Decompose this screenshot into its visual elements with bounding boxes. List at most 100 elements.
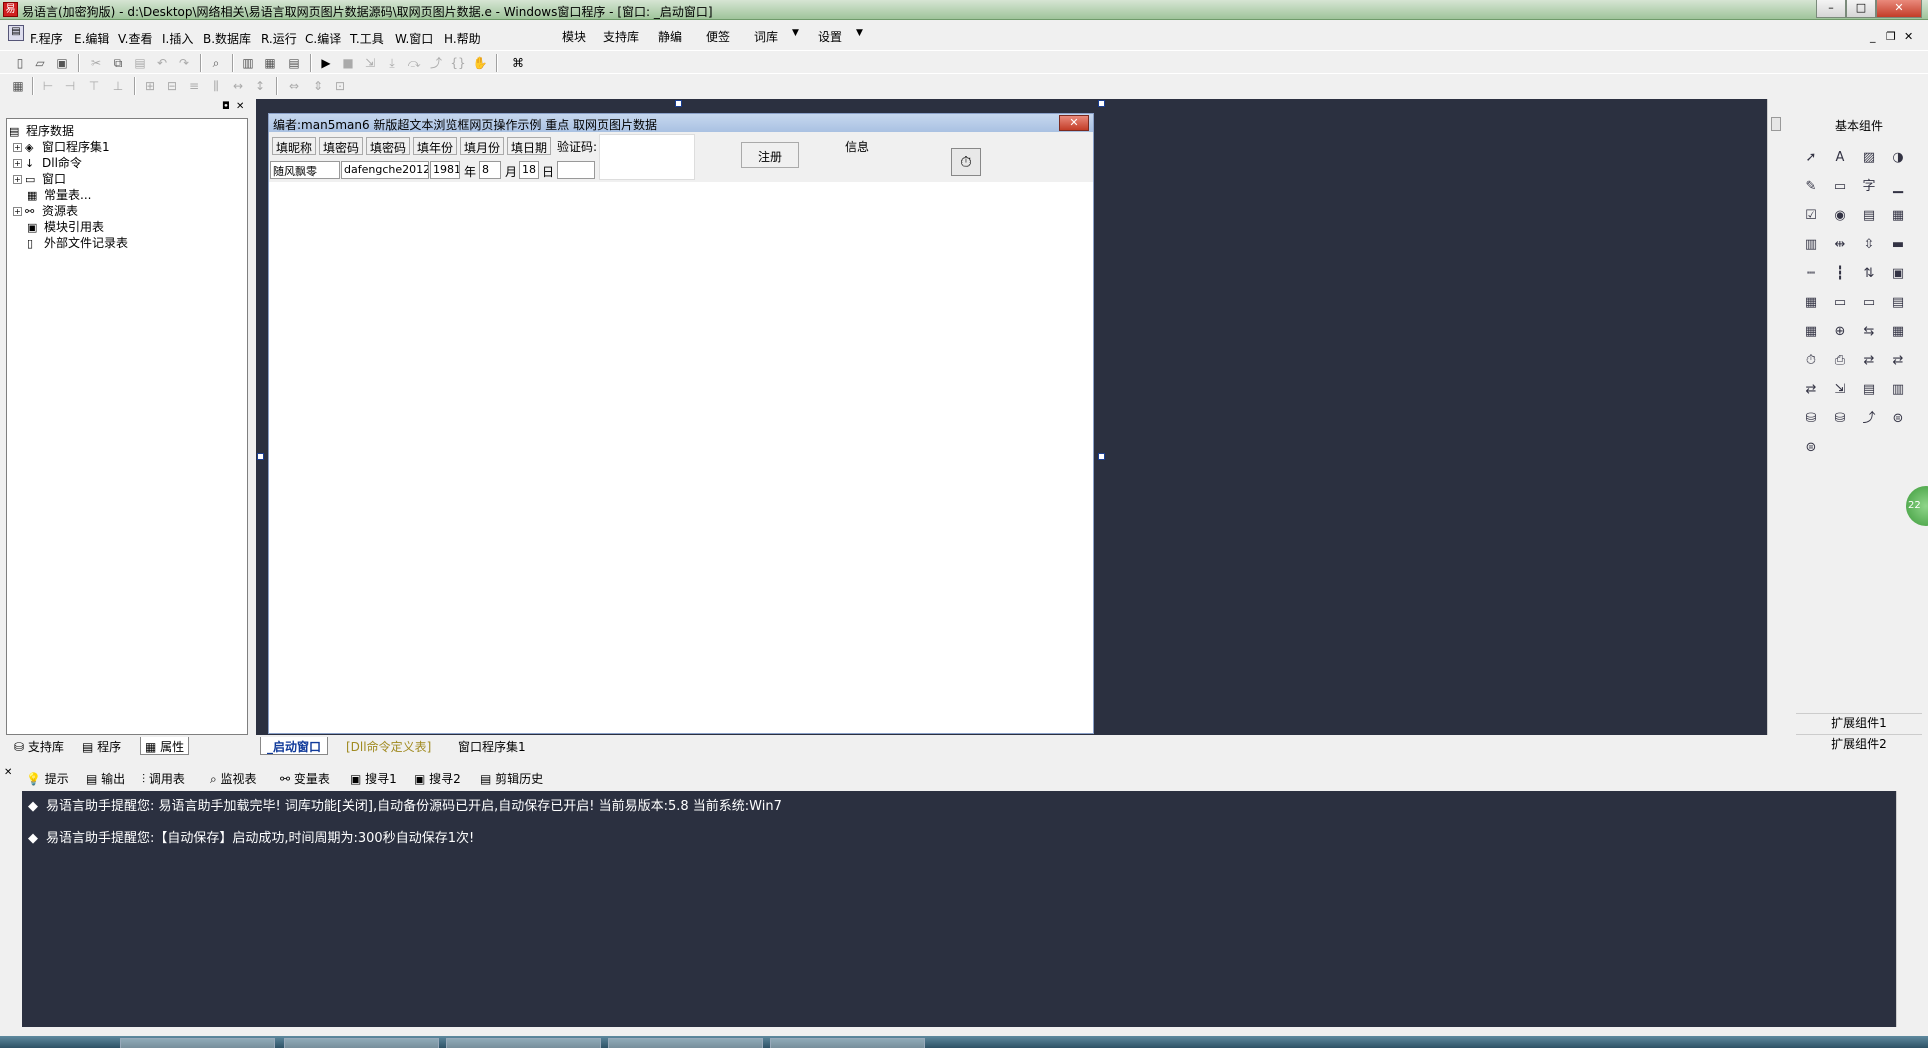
resize-handle[interactable] <box>1098 453 1105 460</box>
pointer-icon[interactable]: ➚ <box>1800 147 1822 169</box>
tree-item-external-files[interactable]: ▯ 外部文件记录表 <box>27 234 128 251</box>
network2-icon[interactable]: ⇄ <box>1887 350 1909 372</box>
mdi-close-icon[interactable]: ✕ <box>1904 30 1913 43</box>
designer-scrollbar[interactable] <box>1767 99 1784 735</box>
step-icon[interactable]: ⇲ <box>362 55 378 71</box>
timer-icon[interactable]: ⏱ <box>1800 350 1822 372</box>
tab-program[interactable]: ▤ 程序 <box>78 737 125 755</box>
align-right-icon[interactable]: ⊣ <box>62 78 78 94</box>
fill-nickname-button[interactable]: 填昵称 <box>272 137 317 155</box>
tree-root[interactable]: ▤ 程序数据 <box>9 122 74 139</box>
same-width-icon[interactable]: ↔ <box>230 78 246 94</box>
step-into-icon[interactable]: ⤓ <box>384 55 400 71</box>
label-icon[interactable]: A <box>1829 147 1851 169</box>
menu-static-compile[interactable]: 静编 <box>658 28 682 45</box>
resize-both-icon[interactable]: ⊡ <box>332 78 348 94</box>
open-folder-icon[interactable]: ▱ <box>32 55 48 71</box>
copy-icon[interactable]: ⧉ <box>110 55 126 71</box>
resize-h-icon[interactable]: ⇔ <box>286 78 302 94</box>
calendar-icon[interactable]: ▦ <box>1800 292 1822 314</box>
expand-icon[interactable]: + <box>13 207 22 216</box>
center-h-icon[interactable]: ⊞ <box>142 78 158 94</box>
network-icon[interactable]: ⇄ <box>1858 350 1880 372</box>
step-over-icon[interactable]: ⤼ <box>406 55 422 71</box>
captcha-input[interactable] <box>557 161 595 179</box>
binoculars-icon[interactable]: ⌘ <box>510 55 526 71</box>
tree-item-window[interactable]: + ▭ 窗口 <box>13 170 66 187</box>
fill-year-button[interactable]: 填年份 <box>413 137 458 155</box>
menu-support-lib[interactable]: 支持库 <box>603 28 639 45</box>
table-icon[interactable]: ▥ <box>1800 234 1822 256</box>
new-file-icon[interactable]: ▯ <box>12 55 28 71</box>
taskbar-item[interactable] <box>284 1038 439 1048</box>
menu-settings[interactable]: 设置 <box>818 28 842 45</box>
output-close-icon[interactable]: ✕ <box>4 767 12 778</box>
edit-icon[interactable]: ✎ <box>1800 176 1822 198</box>
progress-icon[interactable]: ▬ <box>1887 234 1909 256</box>
stop-icon[interactable]: ■ <box>340 55 356 71</box>
odbc-icon[interactable]: ⊜ <box>1887 408 1909 430</box>
center-v-icon[interactable]: ⊟ <box>164 78 180 94</box>
cut-icon[interactable]: ✂ <box>88 55 104 71</box>
doc-icon[interactable]: ▤ <box>8 25 24 41</box>
shape-icon[interactable]: ◑ <box>1887 147 1909 169</box>
printer-icon[interactable]: ⎙ <box>1829 350 1851 372</box>
menu-notes[interactable]: 便签 <box>706 28 730 45</box>
designed-window-close-button[interactable]: ✕ <box>1059 115 1089 131</box>
resize-handle[interactable] <box>675 100 682 107</box>
resize-v-icon[interactable]: ⇕ <box>310 78 326 94</box>
menu-file[interactable]: F.程序 <box>30 30 63 47</box>
step-out-icon[interactable]: ⤴ <box>428 55 444 71</box>
tab-properties[interactable]: ▦ 属性 <box>140 737 190 755</box>
minimize-button[interactable]: – <box>1816 0 1846 18</box>
port-icon[interactable]: ⇲ <box>1829 379 1851 401</box>
tree-item-dll[interactable]: + ↓ Dll命令 <box>13 154 82 171</box>
tab-variables[interactable]: ⚯ 变量表 <box>280 770 330 787</box>
designed-window[interactable]: 编者:man5man6 新版超文本浏览框网页操作示例 重点 取网页图片数据 ✕ … <box>268 113 1094 734</box>
taskbar-item[interactable] <box>608 1038 763 1048</box>
split-icon[interactable]: ⇆ <box>1858 321 1880 343</box>
tab-call-stack[interactable]: ⫶ 调用表 <box>142 770 185 787</box>
layout1-icon[interactable]: ▥ <box>240 55 256 71</box>
nickname-input[interactable]: 随风飘零 <box>270 161 340 179</box>
doc-icon[interactable]: ▤ <box>1887 292 1909 314</box>
menu-view[interactable]: V.查看 <box>118 30 152 47</box>
app-icon[interactable]: 易 <box>3 2 18 17</box>
redo-icon[interactable]: ↷ <box>176 55 192 71</box>
hscroll-icon[interactable]: ┉ <box>1800 263 1822 285</box>
mdi-minimize-icon[interactable]: _ <box>1870 30 1876 43</box>
taskbar-item[interactable] <box>120 1038 275 1048</box>
scroll-thumb[interactable] <box>1771 117 1781 131</box>
chart-icon[interactable]: ▦ <box>1800 321 1822 343</box>
panel2-icon[interactable]: ▥ <box>1887 379 1909 401</box>
taskbar-item[interactable] <box>770 1038 925 1048</box>
checkbox-icon[interactable]: ☑ <box>1800 205 1822 227</box>
layout3-icon[interactable]: ▤ <box>286 55 302 71</box>
register-button[interactable]: 注册 <box>741 142 800 168</box>
paste-icon[interactable]: ▤ <box>132 55 148 71</box>
resize-handle[interactable] <box>257 453 264 460</box>
extension-tab-1[interactable]: 扩展组件1 <box>1796 713 1922 731</box>
run-icon[interactable]: ▶ <box>318 55 334 71</box>
undo-icon[interactable]: ↶ <box>154 55 170 71</box>
taskbar-item[interactable] <box>446 1038 601 1048</box>
expand-icon[interactable]: + <box>13 175 22 184</box>
input-icon[interactable]: ▭ <box>1829 292 1851 314</box>
align-left-icon[interactable]: ⊢ <box>40 78 56 94</box>
timer-icon[interactable]: ⏱ <box>951 148 981 176</box>
menu-edit[interactable]: E.编辑 <box>74 30 109 47</box>
menu-run[interactable]: R.运行 <box>261 30 297 47</box>
fill-day-button[interactable]: 填日期 <box>507 137 552 155</box>
menu-module[interactable]: 模块 <box>562 28 586 45</box>
chevron-down-icon[interactable]: ▼ <box>792 28 799 38</box>
output-scrollbar[interactable] <box>1896 791 1913 1027</box>
tree-item-program-set[interactable]: + ◈ 窗口程序集1 <box>13 138 110 155</box>
tab-program-set[interactable]: 窗口程序集1 <box>452 737 532 755</box>
resize-handle[interactable] <box>1098 100 1105 107</box>
menu-compile[interactable]: C.编译 <box>305 30 341 47</box>
tab-clip-history[interactable]: ▤ 剪辑历史 <box>480 770 543 787</box>
find-icon[interactable]: ⌕ <box>208 55 224 71</box>
listbox-icon[interactable]: ▤ <box>1858 205 1880 227</box>
tab-icon[interactable]: ▣ <box>1887 263 1909 285</box>
space-h-icon[interactable]: ≡ <box>186 78 202 94</box>
